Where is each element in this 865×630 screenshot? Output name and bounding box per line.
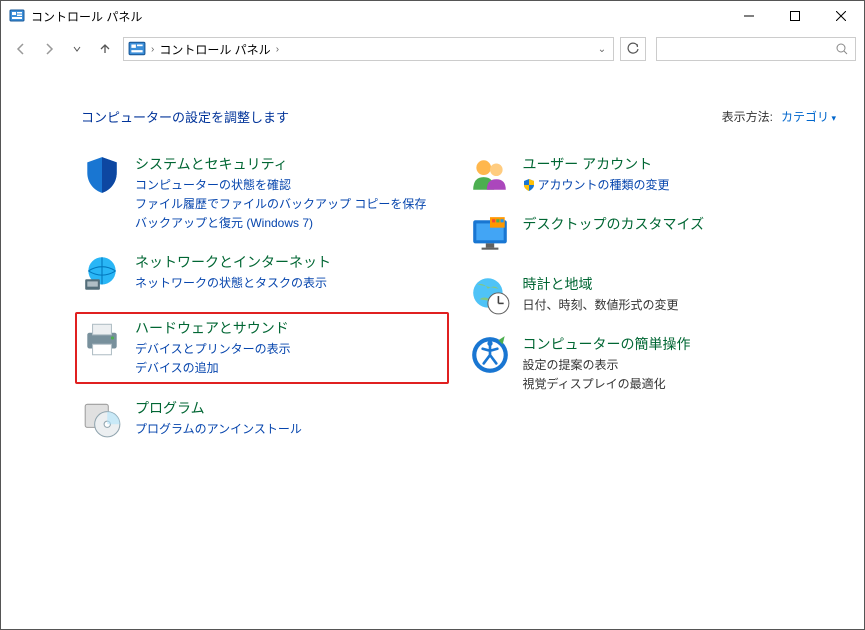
category-user-accounts: ユーザー アカウント アカウントの種類の変更 <box>469 154 837 196</box>
task-link[interactable]: ファイル履歴でファイルのバックアップ コピーを保存 <box>135 195 426 214</box>
disc-icon <box>81 398 123 440</box>
category-title[interactable]: 時計と地域 <box>523 274 679 294</box>
category-system-security: システムとセキュリティ コンピューターの状態を確認 ファイル履歴でファイルのバッ… <box>81 154 449 234</box>
control-panel-icon <box>128 40 146 58</box>
viewby-dropdown[interactable]: カテゴリ <box>781 108 836 125</box>
maximize-button[interactable] <box>772 1 818 31</box>
titlebar: コントロール パネル <box>1 1 864 31</box>
forward-button[interactable] <box>37 37 61 61</box>
right-column: ユーザー アカウント アカウントの種類の変更 デスクトップのカスタマイズ 時計と… <box>469 154 837 458</box>
window-title: コントロール パネル <box>31 8 726 25</box>
task-link[interactable]: アカウントの種類の変更 <box>523 176 670 195</box>
category-title[interactable]: システムとセキュリティ <box>135 154 426 174</box>
category-appearance: デスクトップのカスタマイズ <box>469 214 837 256</box>
search-icon <box>835 42 849 56</box>
task-link[interactable]: バックアップと復元 (Windows 7) <box>135 214 426 233</box>
category-ease-of-access: コンピューターの簡単操作 設定の提案の表示 視覚ディスプレイの最適化 <box>469 334 837 394</box>
close-button[interactable] <box>818 1 864 31</box>
back-button[interactable] <box>9 37 33 61</box>
printer-icon <box>81 318 123 360</box>
chevron-right-icon[interactable]: › <box>148 44 157 55</box>
search-box[interactable] <box>656 37 856 61</box>
category-network: ネットワークとインターネット ネットワークの状態とタスクの表示 <box>81 252 449 294</box>
address-dropdown[interactable]: ⌄ <box>593 44 611 55</box>
task-link[interactable]: デバイスとプリンターの表示 <box>135 340 291 359</box>
category-title[interactable]: デスクトップのカスタマイズ <box>523 214 705 234</box>
task-link[interactable]: デバイスの追加 <box>135 359 291 378</box>
task-link[interactable]: プログラムのアンインストール <box>135 420 302 439</box>
category-clock-region: 時計と地域 日付、時刻、数値形式の変更 <box>469 274 837 316</box>
shield-icon <box>81 154 123 196</box>
task-link[interactable]: コンピューターの状態を確認 <box>135 176 426 195</box>
address-bar[interactable]: › コントロール パネル › ⌄ <box>123 37 614 61</box>
task-sub[interactable]: 日付、時刻、数値形式の変更 <box>523 296 679 315</box>
breadcrumb-item[interactable]: コントロール パネル <box>157 41 272 58</box>
task-sub[interactable]: 視覚ディスプレイの最適化 <box>523 375 691 394</box>
category-programs: プログラム プログラムのアンインストール <box>81 398 449 440</box>
category-title[interactable]: ユーザー アカウント <box>523 154 670 174</box>
category-title[interactable]: ネットワークとインターネット <box>135 252 331 272</box>
search-input[interactable] <box>663 42 835 56</box>
category-title[interactable]: プログラム <box>135 398 302 418</box>
chevron-right-icon[interactable]: › <box>273 44 282 55</box>
clock-globe-icon <box>469 274 511 316</box>
navigation-bar: › コントロール パネル › ⌄ <box>1 31 864 67</box>
up-button[interactable] <box>93 37 117 61</box>
category-hardware-sound: ハードウェアとサウンド デバイスとプリンターの表示 デバイスの追加 <box>75 312 449 384</box>
content-area: コンピューターの設定を調整します 表示方法: カテゴリ システムとセキュリティ … <box>1 67 864 458</box>
page-title: コンピューターの設定を調整します <box>81 107 289 126</box>
left-column: システムとセキュリティ コンピューターの状態を確認 ファイル履歴でファイルのバッ… <box>81 154 449 458</box>
category-title[interactable]: ハードウェアとサウンド <box>135 318 291 338</box>
task-link[interactable]: ネットワークの状態とタスクの表示 <box>135 274 331 293</box>
refresh-button[interactable] <box>620 37 646 61</box>
minimize-button[interactable] <box>726 1 772 31</box>
recent-dropdown[interactable] <box>65 37 89 61</box>
monitor-icon <box>469 214 511 256</box>
globe-network-icon <box>81 252 123 294</box>
task-sub[interactable]: 設定の提案の表示 <box>523 356 691 375</box>
category-title[interactable]: コンピューターの簡単操作 <box>523 334 691 354</box>
control-panel-icon <box>9 8 25 24</box>
ease-of-access-icon <box>469 334 511 376</box>
users-icon <box>469 154 511 196</box>
uac-shield-icon <box>523 178 535 190</box>
viewby-label: 表示方法: <box>722 108 773 125</box>
